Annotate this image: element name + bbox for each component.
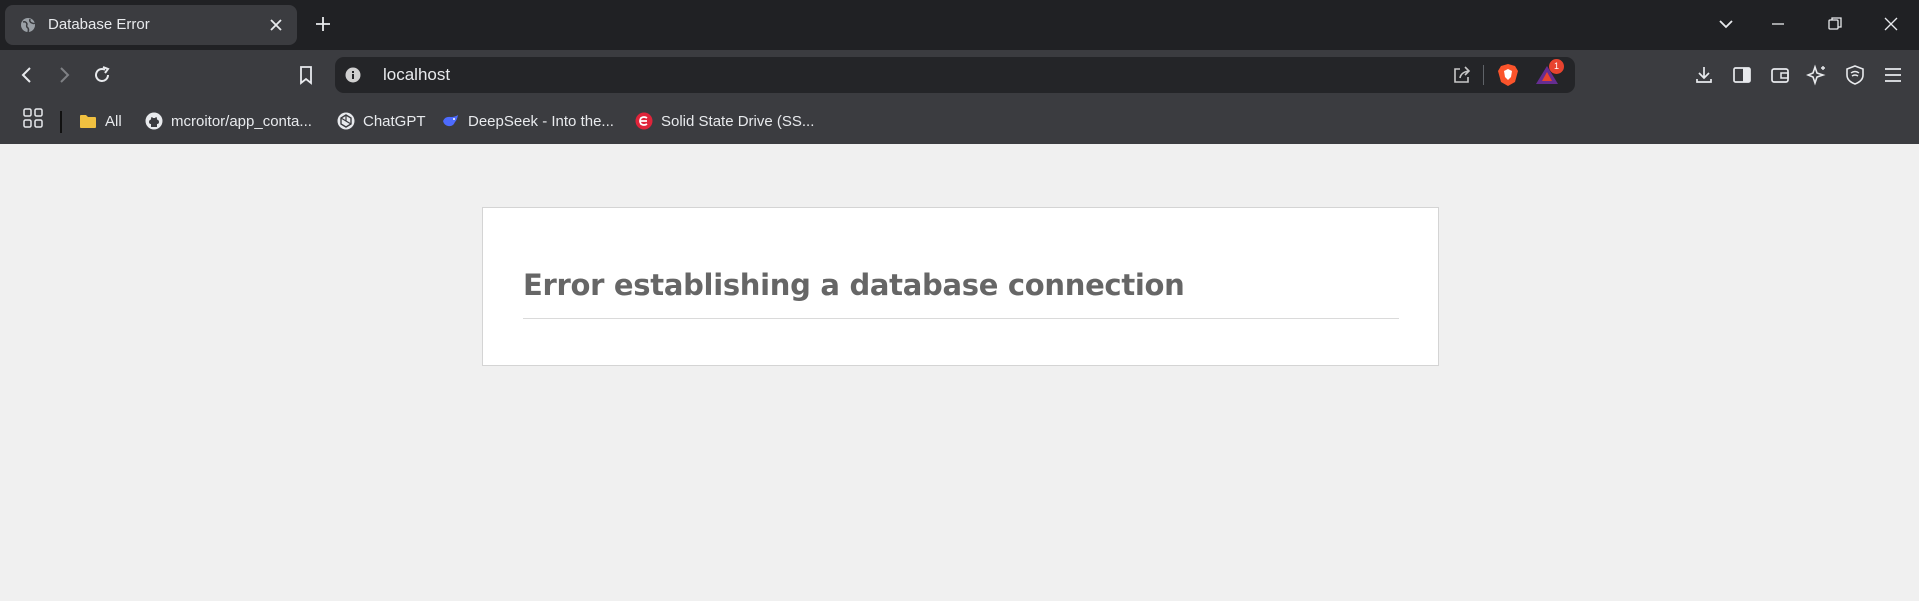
menu-icon[interactable] (1882, 64, 1904, 86)
globe-icon (21, 18, 36, 33)
vpn-icon[interactable] (1844, 64, 1866, 86)
leo-ai-icon[interactable] (1806, 64, 1828, 86)
bookmark-label: All (105, 112, 122, 130)
wallet-icon[interactable] (1769, 64, 1791, 86)
back-icon[interactable] (16, 64, 38, 86)
close-window-icon[interactable] (1882, 15, 1900, 33)
reload-icon[interactable] (91, 64, 113, 86)
close-icon[interactable] (267, 16, 285, 34)
error-title: Error establishing a database connection (523, 268, 1185, 302)
bookmark-label: Solid State Drive (SS... (661, 112, 815, 130)
tab-search-icon[interactable] (1717, 15, 1735, 33)
brave-shields-icon[interactable] (1497, 63, 1519, 87)
bookmark-ssd[interactable]: Solid State Drive (SS... (635, 110, 814, 132)
tab-title: Database Error (48, 16, 150, 33)
folder-icon (80, 115, 96, 128)
bookmark-all[interactable]: All (79, 110, 122, 132)
ssd-icon (635, 112, 653, 130)
divider (523, 318, 1399, 319)
bookmark-label: mcroitor/app_conta... (171, 112, 312, 130)
error-card: Error establishing a database connection (482, 207, 1439, 366)
notification-badge: 1 (1549, 59, 1564, 74)
site-info-icon[interactable] (345, 67, 361, 83)
bookmark-chatgpt[interactable]: ChatGPT (337, 110, 426, 132)
forward-icon[interactable] (53, 64, 75, 86)
bookmark-github[interactable]: mcroitor/app_conta... (145, 110, 312, 132)
download-icon[interactable] (1693, 64, 1715, 86)
page-content: Error establishing a database connection (0, 144, 1919, 601)
bookmark-label: ChatGPT (363, 112, 426, 130)
chatgpt-icon (337, 112, 355, 130)
divider (1483, 65, 1484, 85)
tab-strip: Database Error (0, 0, 1919, 50)
plus-icon[interactable] (314, 15, 332, 33)
bookmark-icon[interactable] (295, 64, 317, 86)
bookmarks-bar: All mcroitor/app_conta... ChatGPT DeepSe… (0, 100, 1919, 144)
sidebar-icon[interactable] (1731, 64, 1753, 86)
tab-database-error[interactable]: Database Error (5, 5, 297, 45)
address-bar[interactable]: localhost 1 (335, 57, 1575, 93)
deepseek-icon (443, 115, 458, 127)
toolbar: localhost 1 (0, 50, 1919, 100)
bookmark-label: DeepSeek - Into the... (468, 112, 614, 130)
bookmark-deepseek[interactable]: DeepSeek - Into the... (442, 110, 614, 132)
divider (60, 111, 62, 133)
apps-icon[interactable] (22, 107, 44, 129)
minimize-icon[interactable] (1769, 15, 1787, 33)
url-text: localhost (383, 65, 451, 84)
github-icon (145, 112, 163, 130)
restore-icon[interactable] (1826, 15, 1844, 33)
share-icon[interactable] (1451, 64, 1473, 86)
